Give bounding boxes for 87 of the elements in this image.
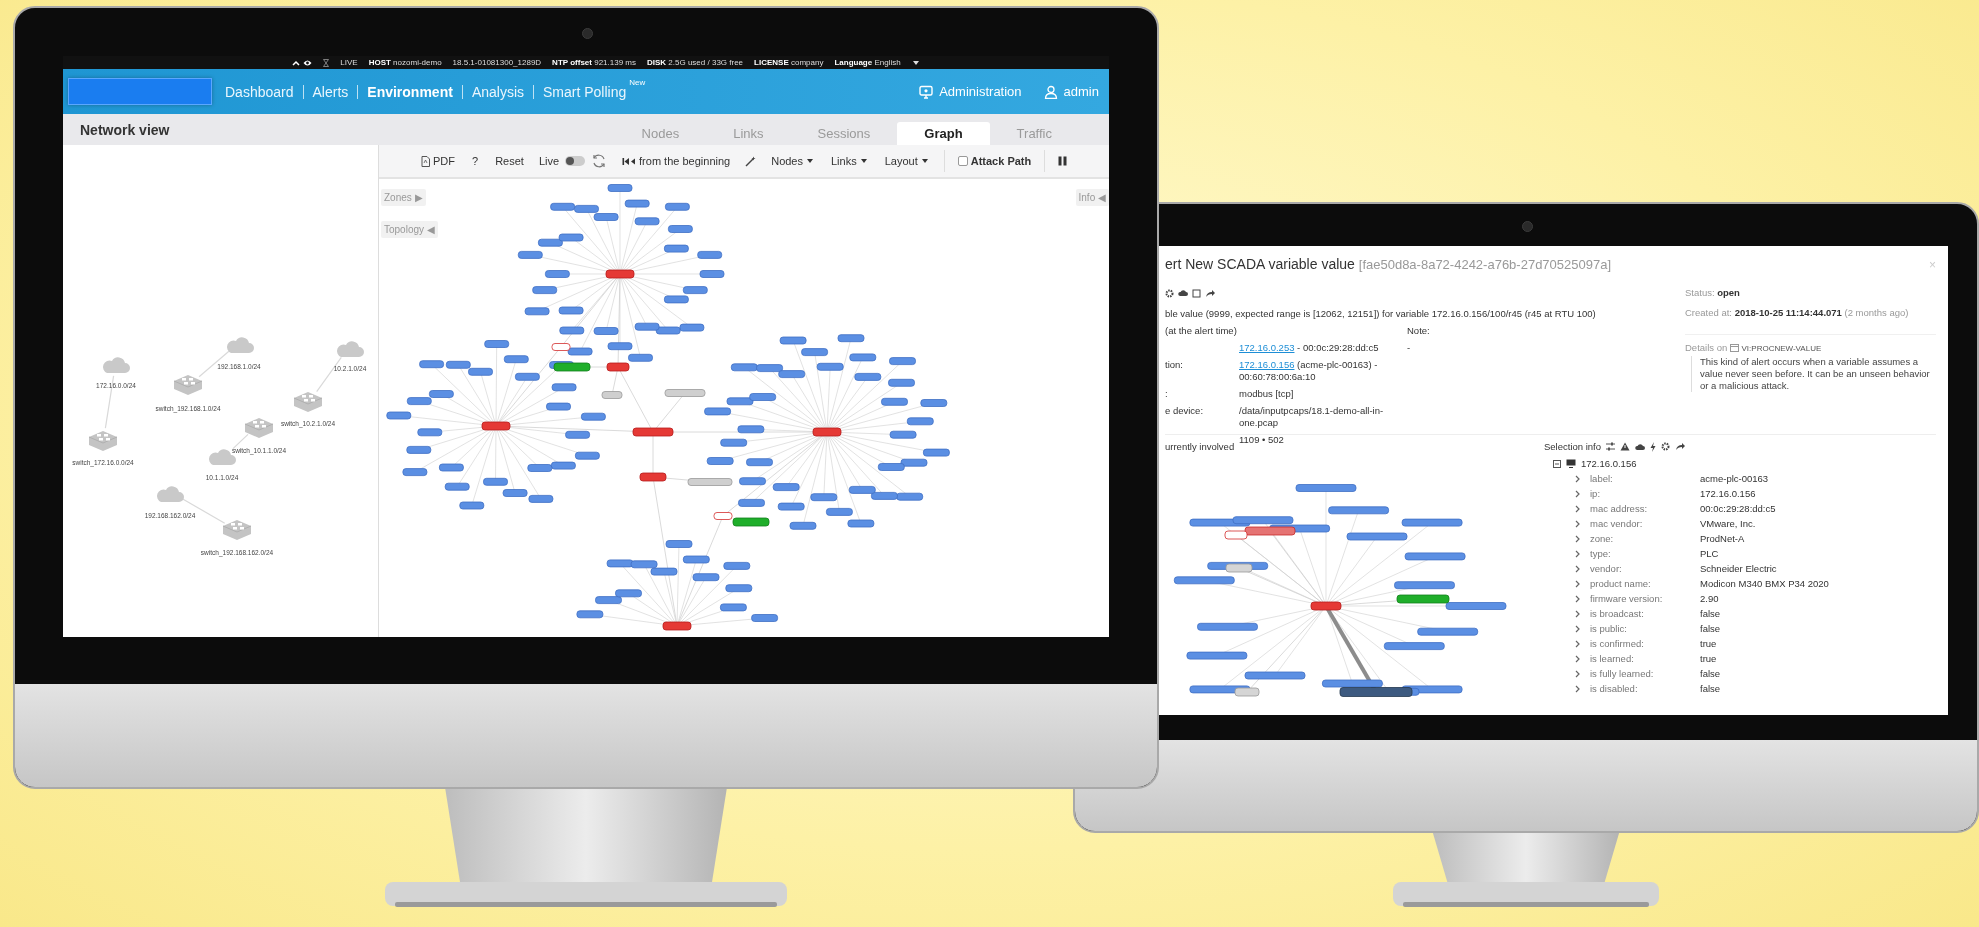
status-item[interactable]: Language English: [834, 58, 901, 67]
panel-toggle-button[interactable]: Zones ▶: [381, 189, 426, 206]
note-value: -: [1407, 342, 1412, 354]
nav-link[interactable]: Dashboard: [216, 84, 303, 99]
property-value: true: [1700, 652, 1718, 666]
nav-link[interactable]: Alerts: [302, 84, 358, 99]
property-value: false: [1700, 622, 1722, 636]
alert-description: ble value (9999, expected range is [12062, 12151]) for variable 172.16.0.156/100/r45 (r45 at RTU 100): [1165, 308, 1597, 319]
alert-status: Status: open: [1685, 286, 1741, 300]
close-button[interactable]: ×: [1929, 258, 1936, 272]
note-label: Note:: [1407, 325, 1431, 337]
field-value: 172.16.0.253 - 00:0c:29:28:dd:c5: [1239, 342, 1380, 354]
field-label: :: [1165, 388, 1169, 400]
new-label: New: [629, 78, 646, 87]
administration-link[interactable]: Administration: [919, 84, 1022, 99]
status-item: NTP offset 921.139 ms: [552, 58, 636, 67]
property-value: VMware, Inc.: [1700, 517, 1757, 531]
property-value: PLC: [1700, 547, 1720, 561]
dropdown-button[interactable]: Links: [829, 153, 870, 169]
dropdown-button[interactable]: Layout: [882, 153, 931, 169]
section-title: urrently involved: [1165, 441, 1236, 452]
property-label: is disabled:: [1590, 682, 1639, 696]
status-item: 18.5.1-01081300_1289D: [452, 58, 542, 67]
property-value: false: [1700, 682, 1722, 696]
page-title: Network view: [79, 121, 170, 138]
property-label: is learned:: [1590, 652, 1635, 666]
property-label: ip:: [1590, 487, 1602, 501]
checkbox-label: Attack Path: [970, 155, 1032, 167]
section-label: (at the alert time): [1165, 325, 1238, 337]
info-button[interactable]: Info ◀: [1075, 189, 1109, 206]
details-label: Details on: [1685, 342, 1728, 353]
property-value: acme-plc-00163: [1700, 472, 1770, 486]
property-label: vendor:: [1590, 562, 1623, 576]
property-value: Schneider Electric: [1700, 562, 1778, 576]
property-value: 00:0c:29:28:dd:c5: [1700, 502, 1777, 516]
view-tab[interactable]: Graph: [897, 122, 990, 145]
view-tab[interactable]: Links: [706, 122, 791, 145]
dropdown-button[interactable]: Nodes: [769, 153, 816, 169]
property-value: Modicon M340 BMX P34 2020: [1700, 577, 1830, 591]
tree-node-label[interactable]: 172.16.0.156: [1581, 458, 1637, 469]
property-label: firmware version:: [1590, 592, 1664, 606]
rule-code: VI:PROCNEW-VALUE: [1741, 344, 1822, 353]
replay-button[interactable]: from the beginning: [620, 153, 733, 169]
live-label: Live: [538, 155, 560, 167]
reset-button[interactable]: Reset: [493, 153, 526, 169]
nav-link[interactable]: Smart Polling: [533, 84, 636, 99]
field-value: modbus [tcp]: [1239, 388, 1295, 400]
property-label: type:: [1590, 547, 1612, 561]
property-value: ProdNet-A: [1700, 532, 1746, 546]
property-value: true: [1700, 637, 1718, 651]
field-value: 1109 • 502: [1239, 434, 1285, 446]
view-tab[interactable]: Sessions: [790, 122, 898, 145]
nav-link[interactable]: Environment: [357, 84, 462, 99]
panel-toggle-button[interactable]: Topology ◀: [381, 221, 438, 238]
ip-link[interactable]: 172.16.0.253: [1239, 342, 1295, 353]
property-value: false: [1700, 607, 1722, 621]
field-value: 172.16.0.156 (acme-plc-00163) - 00:60:78:00:6a:10: [1239, 359, 1379, 383]
property-label: mac address:: [1590, 502, 1649, 516]
property-value: false: [1700, 667, 1722, 681]
property-label: is public:: [1590, 622, 1628, 636]
status-item: HOST nozomi-demo: [368, 58, 442, 67]
alert-created-at: Created at: 2018-10-25 11:14:44.071 (2 months ago): [1685, 306, 1910, 320]
ip-link[interactable]: 172.16.0.156: [1239, 359, 1295, 370]
details-text: This kind of alert occurs when a variable assumes a value never seen before. It can be an unseen behavior or a malicious attack.: [1691, 356, 1936, 392]
status-item: LIVE: [340, 58, 358, 67]
property-label: is fully learned:: [1590, 667, 1655, 681]
property-label: is confirmed:: [1590, 637, 1645, 651]
alert-title: ert New SCADA variable value [fae50d8a-8a72-4242-a76b-27d70525097a]: [1165, 256, 1612, 272]
section-title: Selection info: [1544, 441, 1602, 452]
field-label: tion:: [1165, 359, 1184, 372]
view-tab[interactable]: Traffic: [989, 122, 1079, 145]
status-item: DISK 2.5G used / 33G free: [647, 58, 744, 67]
property-label: label:: [1590, 472, 1614, 486]
view-tab[interactable]: Nodes: [614, 122, 707, 145]
field-label: e device:: [1165, 405, 1205, 418]
status-item: LICENSE company: [754, 58, 824, 67]
pdf-button[interactable]: PDF: [419, 153, 457, 169]
property-label: zone:: [1590, 532, 1615, 546]
property-label: product name:: [1590, 577, 1652, 591]
property-label: is broadcast:: [1590, 607, 1645, 621]
property-value: 2.90: [1700, 592, 1720, 606]
user-menu[interactable]: admin: [1043, 84, 1099, 99]
help-button[interactable]: ?: [470, 153, 481, 169]
field-value: /data/inputpcaps/18.1-demo-all-in-one.pcap: [1239, 405, 1385, 429]
property-label: mac vendor:: [1590, 517, 1644, 531]
property-value: 172.16.0.156: [1700, 487, 1757, 501]
nav-link[interactable]: Analysis: [461, 84, 533, 99]
